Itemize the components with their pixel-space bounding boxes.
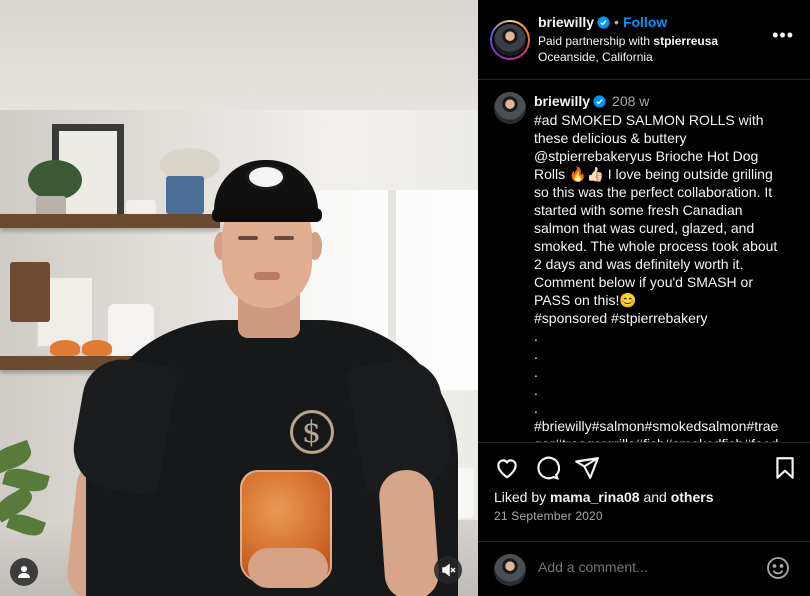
- caption-line: #ad SMOKED SALMON ROLLS with: [534, 112, 764, 128]
- caption-line: .: [534, 364, 538, 380]
- caption-line: salmon that was cured, glazed, and: [534, 220, 755, 236]
- bookmark-icon[interactable]: [772, 455, 798, 481]
- post-location[interactable]: Oceanside, California: [538, 50, 653, 64]
- partner-link[interactable]: stpierreusa: [653, 34, 718, 48]
- caption-line: .: [534, 328, 538, 344]
- viewer-avatar: [494, 554, 526, 586]
- post-age: 208 w: [612, 93, 650, 109]
- author-avatar[interactable]: [490, 20, 530, 60]
- comment-icon[interactable]: [534, 455, 560, 481]
- caption-line: ger#traegergrills#fish#smokedfish#food: [534, 435, 810, 442]
- post-details-panel: briewilly • Follow Paid partnership with s…: [478, 0, 810, 596]
- separator-dot: •: [614, 14, 619, 30]
- shelf-plant: [28, 160, 82, 200]
- caption-username[interactable]: briewilly: [534, 93, 590, 109]
- likes-summary: Liked by mama_rina08 and others: [494, 489, 714, 505]
- post-header: briewilly • Follow Paid partnership with s…: [478, 0, 810, 80]
- follow-button[interactable]: Follow: [623, 14, 667, 30]
- comment-input[interactable]: [538, 559, 758, 575]
- author-username[interactable]: briewilly: [538, 14, 594, 30]
- more-options-icon[interactable]: •••: [772, 26, 794, 44]
- share-icon[interactable]: [574, 455, 600, 481]
- caption-line: .: [534, 400, 538, 416]
- verified-badge-icon: [593, 95, 606, 108]
- caption-area: briewilly 208 w #ad SMOKED SALMON ROLLS w…: [478, 80, 810, 442]
- liked-by-user[interactable]: mama_rina08: [550, 489, 640, 505]
- action-bar: Liked by mama_rina08 and others 21 Septe…: [478, 442, 810, 596]
- caption-line: #sponsored #stpierrebakery: [534, 310, 708, 326]
- post-media-video[interactable]: [0, 0, 478, 596]
- wooden-shelf: [0, 214, 220, 228]
- comment-composer: [478, 541, 810, 596]
- caption-line: these delicious & buttery: [534, 130, 687, 146]
- background-wall: [0, 0, 478, 110]
- caption-line: .: [534, 382, 538, 398]
- caption-line: smoked. The whole process took about: [534, 238, 778, 254]
- mute-icon[interactable]: [434, 556, 462, 584]
- caption-line: @stpierrebakeryus Brioche Hot Dog: [534, 148, 759, 164]
- post-date: 21 September 2020: [494, 509, 603, 523]
- caption-line: Comment below if you'd SMASH or: [534, 274, 753, 290]
- caption-line: .: [534, 346, 538, 362]
- caption-text: #ad SMOKED SALMON ROLLS with these delici…: [534, 111, 810, 442]
- verified-badge-icon: [597, 16, 610, 29]
- caption-line: started with some fresh Canadian: [534, 202, 743, 218]
- heart-icon[interactable]: [494, 455, 520, 481]
- caption-line: so this was the perfect collaboration. I…: [534, 184, 773, 200]
- caption-line: PASS on this!😊: [534, 292, 637, 308]
- caption-line: Rolls 🔥👍🏻 I love being outside grilling: [534, 166, 773, 182]
- caption-line: 2 days and was definitely worth it.: [534, 256, 744, 272]
- foreground-plant: [0, 436, 50, 546]
- shirt-logo: [290, 410, 334, 454]
- liked-by-others[interactable]: others: [671, 489, 714, 505]
- user-tag-icon[interactable]: [10, 558, 38, 586]
- emoji-icon[interactable]: [766, 556, 790, 580]
- caption-line: #briewilly#salmon#smokedsalmon#trae: [534, 418, 779, 434]
- caption-avatar[interactable]: [494, 92, 526, 124]
- partnership-label: Paid partnership with: [538, 34, 651, 48]
